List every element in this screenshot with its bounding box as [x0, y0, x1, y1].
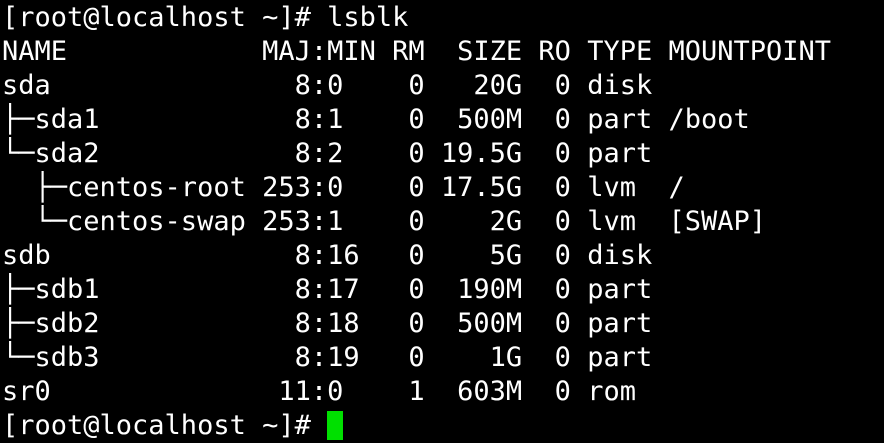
shell-prompt: [root@localhost ~]# [2, 410, 328, 441]
lsblk-device-row: sdb 8:16 0 5G 0 disk [2, 240, 653, 271]
lsblk-device-row: └─sdb3 8:19 0 1G 0 part [2, 342, 653, 373]
input-line[interactable]: [root@localhost ~]# [2, 409, 884, 443]
lsblk-device-row: ├─sda1 8:1 0 500M 0 part /boot [2, 104, 750, 135]
terminal-window[interactable]: [root@localhost ~]# lsblk NAME MAJ:MIN R… [0, 0, 884, 442]
lsblk-device-row: ├─sdb2 8:18 0 500M 0 part [2, 308, 653, 339]
text-cursor[interactable] [327, 411, 344, 440]
command-line: [root@localhost ~]# lsblk [2, 1, 884, 35]
command-output: NAME MAJ:MIN RM SIZE RO TYPE MOUNTPOINT s… [2, 35, 884, 409]
shell-prompt: [root@localhost ~]# [2, 2, 328, 33]
lsblk-device-row: ├─sdb1 8:17 0 190M 0 part [2, 274, 653, 305]
lsblk-device-row: ├─centos-root 253:0 0 17.5G 0 lvm / [2, 172, 685, 203]
lsblk-device-row: sda 8:0 0 20G 0 disk [2, 70, 653, 101]
lsblk-device-row: └─centos-swap 253:1 0 2G 0 lvm [SWAP] [2, 206, 767, 237]
command-text: lsblk [327, 2, 409, 33]
lsblk-device-row: sr0 11:0 1 603M 0 rom [2, 376, 636, 407]
lsblk-device-row: └─sda2 8:2 0 19.5G 0 part [2, 138, 653, 169]
lsblk-header-row: NAME MAJ:MIN RM SIZE RO TYPE MOUNTPOINT [2, 36, 832, 67]
